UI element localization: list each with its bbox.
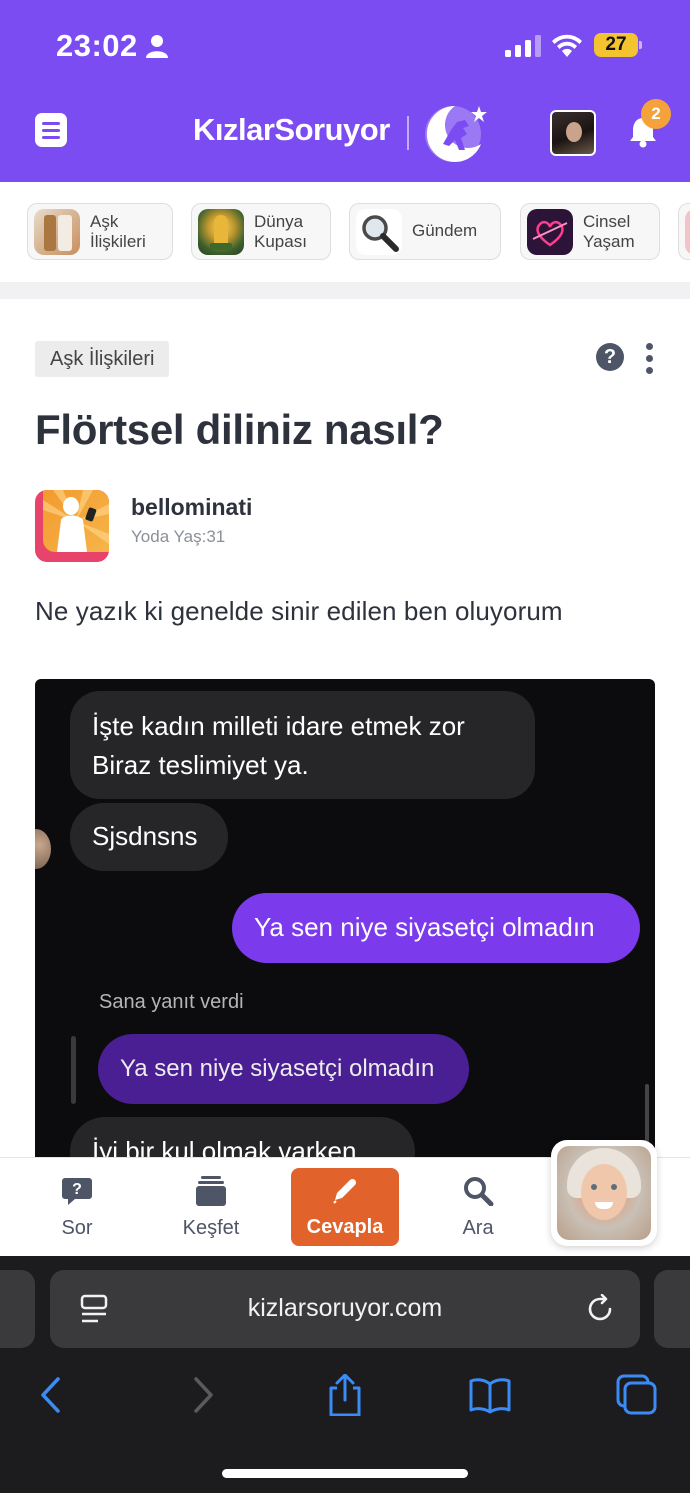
next-tab-preview[interactable]	[654, 1270, 690, 1348]
share-icon[interactable]	[323, 1374, 367, 1416]
notification-badge: 2	[641, 99, 671, 129]
tab-ara[interactable]: Ara	[424, 1158, 532, 1257]
chip-more[interactable]	[678, 203, 690, 260]
chat-screenshot-image[interactable]: İşte kadın milleti idare etmek zor Biraz…	[35, 679, 655, 1157]
tabs-icon[interactable]	[614, 1374, 658, 1416]
tab-label: Sor	[61, 1217, 93, 1239]
address-bar[interactable]: kizlarsoruyor.com	[50, 1270, 640, 1348]
previous-tab-preview[interactable]	[0, 1270, 35, 1348]
chip-ask-iliskileri[interactable]: Aşk İlişkileri	[27, 203, 173, 260]
section-divider	[0, 282, 690, 299]
tab-label: Keşfet	[182, 1217, 240, 1239]
crescent-horse-emblem-icon	[425, 105, 487, 162]
magnifier-thumb-icon	[356, 209, 402, 255]
question-body: Ne yazık ki genelde sinir edilen ben olu…	[35, 596, 563, 626]
battery-level: 27	[594, 33, 638, 57]
chat-bubble-right: Ya sen niye siyasetçi olmadın	[232, 893, 640, 963]
scroll-indicator	[645, 1084, 649, 1144]
hamburger-menu-button[interactable]	[35, 113, 67, 147]
reload-icon[interactable]	[585, 1294, 615, 1324]
neon-heart-thumb-icon	[527, 209, 573, 255]
browser-toolbar: kizlarsoruyor.com	[0, 1256, 690, 1493]
chip-label: Gündem	[412, 221, 478, 240]
chip-label: Cinsel Yaşam	[583, 212, 635, 251]
pencil-icon	[333, 1178, 357, 1204]
bookmarks-icon[interactable]	[468, 1374, 512, 1416]
app-header: 23:02 27 KızlarSoruyor 2	[0, 0, 690, 182]
status-time: 23:02	[56, 28, 138, 63]
help-icon[interactable]: ?	[596, 343, 624, 371]
reply-label: Sana yanıt verdi	[99, 991, 244, 1013]
tab-label: Ara	[462, 1217, 494, 1239]
chat-bubble-left: Sjsdnsns	[70, 803, 228, 871]
chip-gundem[interactable]: Gündem	[349, 203, 501, 260]
stack-icon	[196, 1176, 226, 1206]
chat-bubble-left: İşte kadın milleti idare etmek zor Biraz…	[70, 691, 535, 799]
chat-contact-avatar	[35, 829, 51, 869]
back-icon[interactable]	[30, 1374, 74, 1416]
author-name[interactable]: bellominati	[131, 494, 252, 521]
logo-text: KızlarSoruyor	[193, 112, 390, 147]
home-indicator	[222, 1469, 468, 1478]
category-tag[interactable]: Aşk İlişkileri	[35, 341, 170, 377]
url-text: kizlarsoruyor.com	[247, 1294, 443, 1322]
chip-dunya-kupasi[interactable]: Dünya Kupası	[191, 203, 331, 260]
category-chips: Aşk İlişkileri Dünya Kupası Gündem Cinse…	[0, 182, 690, 282]
chat-bubble-left: İyi bir kul olmak varken	[70, 1117, 415, 1157]
world-cup-trophy-icon	[198, 209, 244, 255]
search-icon	[464, 1177, 494, 1206]
author-avatar[interactable]	[35, 490, 109, 562]
author-meta: Yoda Yaş:31	[131, 527, 226, 546]
kizlarsoruyor-logo[interactable]: KızlarSoruyor	[193, 100, 503, 166]
question-title: Flörtsel diliniz nasıl?	[35, 406, 444, 453]
battery-icon: 27	[594, 33, 642, 57]
cellular-signal-icon	[505, 35, 541, 57]
tab-label: Cevapla	[306, 1216, 384, 1238]
floating-ai-avatar[interactable]	[551, 1140, 657, 1246]
tab-cevapla[interactable]: Cevapla	[291, 1168, 399, 1246]
question-bubble-icon: ?	[62, 1178, 92, 1205]
chip-cinsel-yasam[interactable]: Cinsel Yaşam	[520, 203, 660, 260]
chat-bubble-reply: Ya sen niye siyasetçi olmadın	[98, 1034, 469, 1104]
wifi-icon	[552, 34, 582, 57]
tab-sor[interactable]: ? Sor	[23, 1158, 131, 1257]
chip-label: Aşk İlişkileri	[90, 212, 146, 251]
person-icon	[146, 35, 168, 58]
tab-kesfet[interactable]: Keşfet	[157, 1158, 265, 1257]
more-options-icon[interactable]	[645, 343, 655, 375]
ask-iliskileri-thumb-icon	[34, 209, 80, 255]
svg-text:?: ?	[72, 1181, 82, 1198]
chip-label: Dünya Kupası	[254, 212, 307, 251]
profile-avatar[interactable]	[550, 110, 596, 156]
reply-bar	[71, 1036, 76, 1104]
forward-icon[interactable]	[180, 1374, 224, 1416]
